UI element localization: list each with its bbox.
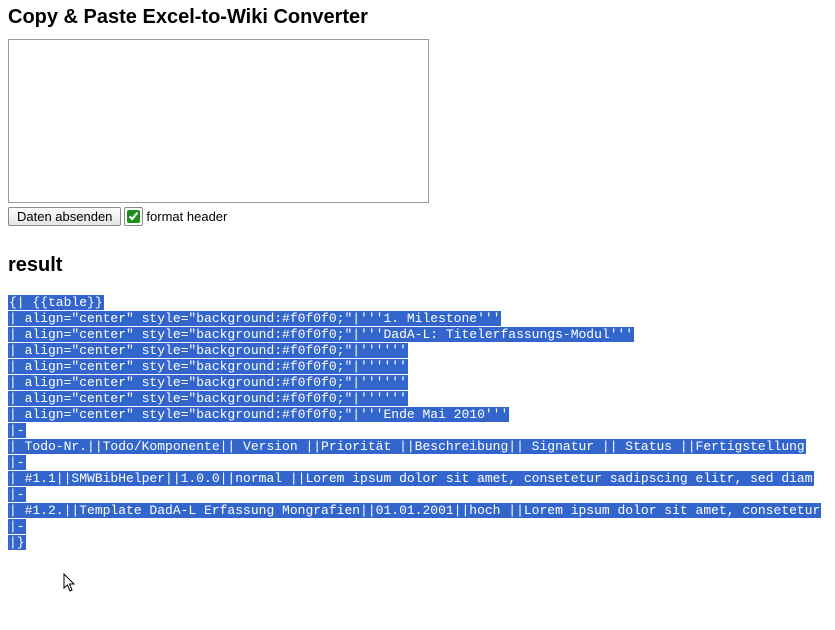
- result-line: |-: [8, 423, 827, 439]
- result-line: |}: [8, 535, 827, 551]
- result-line-text: | align="center" style="background:#f0f0…: [8, 407, 509, 422]
- result-line: | #1.1||SMWBibHelper||1.0.0||normal ||Lo…: [8, 471, 827, 487]
- result-heading: result: [8, 254, 827, 277]
- result-line-text: | align="center" style="background:#f0f0…: [8, 375, 408, 390]
- result-line-text: {| {{table}}: [8, 295, 104, 310]
- format-header-label[interactable]: format header: [146, 209, 227, 224]
- result-line: | align="center" style="background:#f0f0…: [8, 375, 827, 391]
- result-line-text: | align="center" style="background:#f0f0…: [8, 327, 634, 342]
- result-line-text: | #1.2.||Template DadA-L Erfassung Mongr…: [8, 503, 821, 518]
- result-line: | align="center" style="background:#f0f0…: [8, 327, 827, 343]
- result-line: | #1.2.||Template DadA-L Erfassung Mongr…: [8, 503, 827, 519]
- page-title: Copy & Paste Excel-to-Wiki Converter: [8, 6, 827, 29]
- result-line-text: |-: [8, 519, 26, 534]
- result-line-text: |}: [8, 535, 26, 550]
- result-line-text: |-: [8, 423, 26, 438]
- controls-row: Daten absenden format header: [8, 207, 827, 226]
- result-line: | align="center" style="background:#f0f0…: [8, 391, 827, 407]
- result-line: |-: [8, 519, 827, 535]
- result-line: | Todo-Nr.||Todo/Komponente|| Version ||…: [8, 439, 827, 455]
- result-line-text: | align="center" style="background:#f0f0…: [8, 343, 408, 358]
- submit-button[interactable]: Daten absenden: [8, 207, 121, 226]
- result-line: {| {{table}}: [8, 295, 827, 311]
- result-line: |-: [8, 487, 827, 503]
- result-line: | align="center" style="background:#f0f0…: [8, 343, 827, 359]
- result-line: | align="center" style="background:#f0f0…: [8, 359, 827, 375]
- format-header-checkbox[interactable]: [127, 210, 140, 223]
- result-line-text: |-: [8, 487, 26, 502]
- result-output[interactable]: {| {{table}}| align="center" style="back…: [8, 295, 827, 551]
- result-line-text: | align="center" style="background:#f0f0…: [8, 391, 408, 406]
- result-line-text: | Todo-Nr.||Todo/Komponente|| Version ||…: [8, 439, 806, 454]
- result-line: | align="center" style="background:#f0f0…: [8, 311, 827, 327]
- result-line-text: | align="center" style="background:#f0f0…: [8, 359, 408, 374]
- format-header-checkbox-wrap[interactable]: [124, 207, 143, 226]
- result-line: | align="center" style="background:#f0f0…: [8, 407, 827, 423]
- result-line-text: | align="center" style="background:#f0f0…: [8, 311, 501, 326]
- cursor-icon: [63, 573, 77, 593]
- excel-input-textarea[interactable]: [8, 39, 429, 203]
- result-line-text: | #1.1||SMWBibHelper||1.0.0||normal ||Lo…: [8, 471, 814, 486]
- result-line: |-: [8, 455, 827, 471]
- result-line-text: |-: [8, 455, 26, 470]
